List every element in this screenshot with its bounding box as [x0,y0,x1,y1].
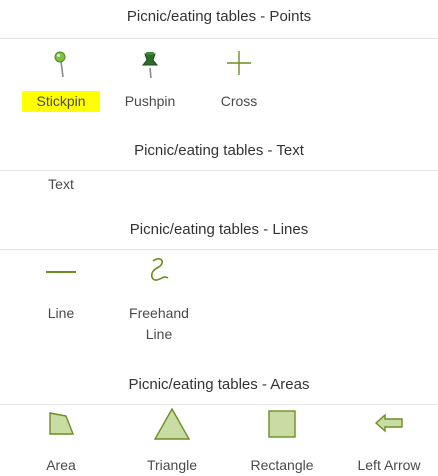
section-divider [0,38,438,39]
triangle-icon [128,406,216,440]
symbol-left-arrow[interactable]: Left Arrow [345,406,433,475]
symbol-line[interactable]: Line [17,255,105,335]
section-divider [0,249,438,250]
rectangle-icon [238,408,326,442]
symbol-label: Freehand Line [129,305,189,342]
section-header-points: Picnic/eating tables - Points [126,8,312,25]
area-icon [17,408,105,442]
section-header-lines: Picnic/eating tables - Lines [129,221,309,238]
symbol-label: Text [48,176,74,192]
symbol-label: Left Arrow [357,457,421,473]
symbol-area[interactable]: Area [17,406,105,475]
symbol-text[interactable]: Text [17,174,105,204]
section-header-areas: Picnic/eating tables - Areas [128,376,310,393]
section-divider [0,404,438,405]
symbol-label: Rectangle [250,457,314,473]
symbol-label: Pushpin [124,93,176,109]
left-arrow-icon [345,408,433,442]
symbol-stickpin[interactable]: Stickpin [17,48,105,124]
freehand-line-icon [115,255,203,289]
symbol-pushpin[interactable]: Pushpin [106,48,194,124]
symbol-triangle[interactable]: Triangle [128,406,216,475]
stickpin-icon [17,50,105,84]
section-header-text: Picnic/eating tables - Text [134,142,304,159]
line-icon [17,255,105,289]
symbol-freehand-line[interactable]: Freehand Line [115,255,203,351]
section-divider [0,170,438,171]
symbol-label: Stickpin [22,91,100,112]
symbol-rectangle[interactable]: Rectangle [238,406,326,475]
symbol-label: Cross [220,93,258,109]
cross-icon [195,50,283,84]
symbol-label: Line [47,305,75,321]
pushpin-icon [106,50,194,84]
symbol-label: Triangle [146,457,198,473]
symbol-cross[interactable]: Cross [195,48,283,124]
symbol-label: Area [46,457,76,473]
